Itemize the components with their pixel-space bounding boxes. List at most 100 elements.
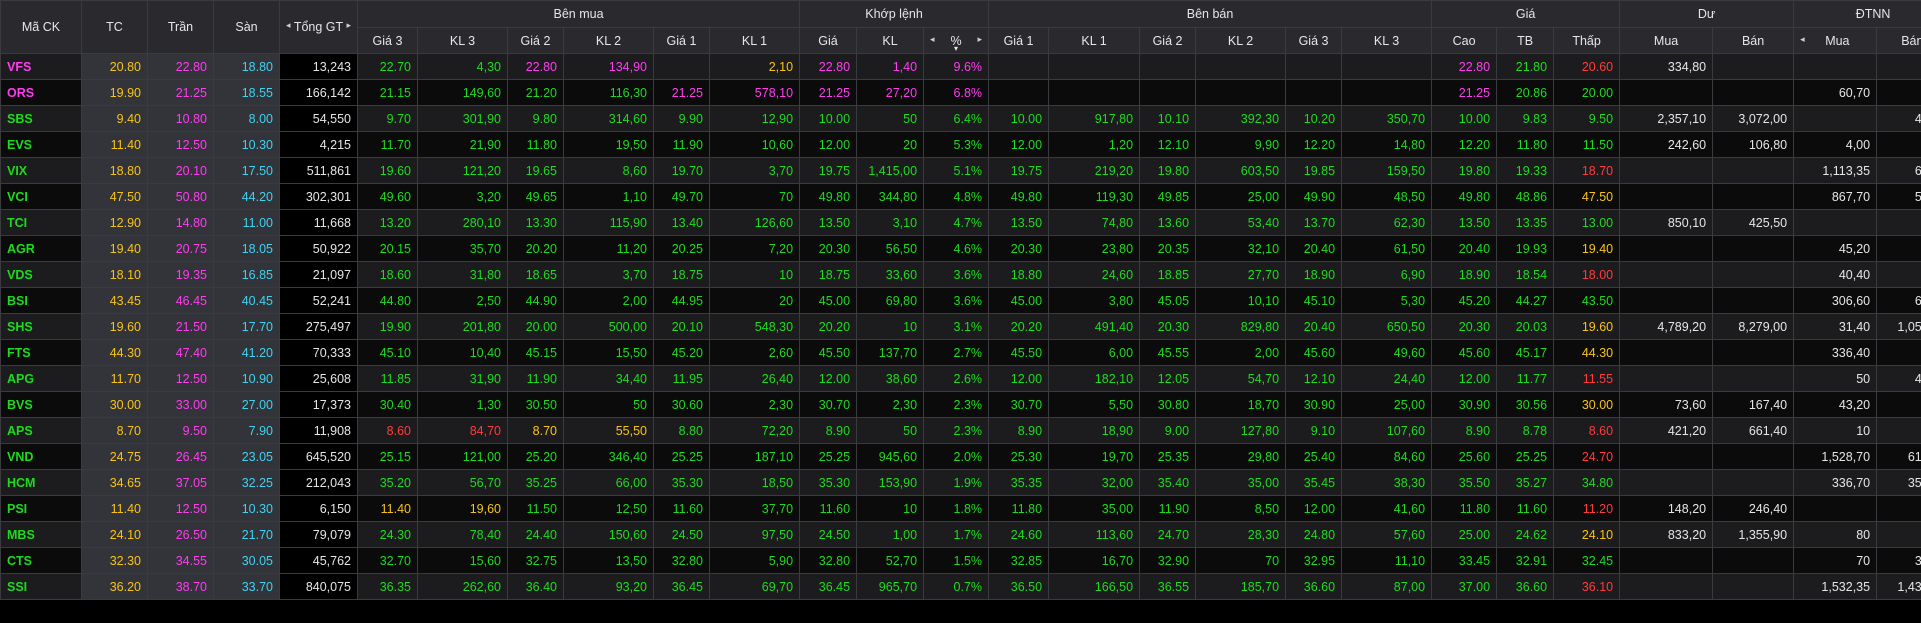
header-total[interactable]: ◂ Tổng GT ▸ xyxy=(279,0,358,54)
cell-symbol[interactable]: BVS xyxy=(0,391,82,418)
table-row[interactable]: APG 11.70 12.50 10.90 25,608 11.85 31,90 11.90 3… xyxy=(0,365,1921,392)
cell-total: 54,550 xyxy=(279,105,358,132)
cell-symbol[interactable]: VND xyxy=(0,443,82,470)
cell-oddlot-buy xyxy=(1619,261,1714,288)
cell-symbol[interactable]: TCI xyxy=(0,209,82,236)
cell-sell-vol3: 24,40 xyxy=(1341,365,1433,392)
header-buy-price3[interactable]: Giá 3 xyxy=(357,27,418,54)
table-row[interactable]: EVS 11.40 12.50 10.30 4,215 11.70 21,90 11.80 19… xyxy=(0,131,1921,158)
left-arrow-icon[interactable]: ◂ xyxy=(1800,34,1805,45)
cell-sell-price2: 25.35 xyxy=(1139,443,1197,470)
table-row[interactable]: PSI 11.40 12.50 10.30 6,150 11.40 19,60 11.50 12… xyxy=(0,495,1921,522)
cell-ceil: 33.00 xyxy=(147,391,214,418)
table-row[interactable]: SBS 9.40 10.80 8.00 54,550 9.70 301,90 9.80 314,… xyxy=(0,105,1921,132)
cell-symbol[interactable]: APG xyxy=(0,365,82,392)
header-ceil[interactable]: Trần xyxy=(147,0,214,54)
cell-buy-price3: 22.70 xyxy=(357,53,418,80)
cell-symbol[interactable]: VFS xyxy=(0,53,82,80)
table-row[interactable]: VFS 20.80 22.80 18.80 13,243 22.70 4,30 22.80 13… xyxy=(0,53,1921,80)
header-sell-vol1[interactable]: KL 1 xyxy=(1048,27,1141,54)
header-buy-vol2[interactable]: KL 2 xyxy=(563,27,654,54)
cell-symbol[interactable]: ORS xyxy=(0,79,82,106)
table-row[interactable]: HCM 34.65 37.05 32.25 212,043 35.20 56,70 35.25… xyxy=(0,469,1921,496)
cell-symbol[interactable]: APS xyxy=(0,417,82,444)
header-foreign-sell[interactable]: Bán ▸ xyxy=(1876,27,1921,54)
header-buy-vol1[interactable]: KL 1 xyxy=(708,27,801,54)
cell-symbol[interactable]: PSI xyxy=(0,495,82,522)
cell-oddlot-buy: 833,20 xyxy=(1619,521,1714,548)
header-sell-price2[interactable]: Giá 2 xyxy=(1139,27,1197,54)
table-row[interactable]: AGR 19.40 20.75 18.05 50,922 20.15 35,70 20.20 1… xyxy=(0,235,1921,262)
table-row[interactable]: VIX 18.80 20.10 17.50 511,861 19.60 121,20 19.6… xyxy=(0,157,1921,184)
cell-foreign-sell xyxy=(1876,261,1921,288)
cell-sell-price2: 12.10 xyxy=(1139,131,1197,158)
header-sell-vol3[interactable]: KL 3 xyxy=(1341,27,1433,54)
header-floor[interactable]: Sàn xyxy=(213,0,280,54)
cell-sell-price1: 8.90 xyxy=(988,417,1050,444)
header-ref[interactable]: TC xyxy=(81,0,148,54)
header-avg[interactable]: TB xyxy=(1496,27,1555,54)
table-row[interactable]: MBS 24.10 26.50 21.70 79,079 24.30 78,40 24.40 1… xyxy=(0,521,1921,548)
table-row[interactable]: VDS 18.10 19.35 16.85 21,097 18.60 31,80 18.65 3… xyxy=(0,261,1921,288)
cell-buy-price3: 11.85 xyxy=(357,365,418,392)
header-sell-price1[interactable]: Giá 1 xyxy=(988,27,1050,54)
header-low[interactable]: Thấp xyxy=(1553,27,1621,54)
table-row[interactable]: SSI 36.20 38.70 33.70 840,075 36.35 262,60 36.4… xyxy=(0,573,1921,600)
table-row[interactable]: BSI 43.45 46.45 40.45 52,241 44.80 2,50 44.90 2,… xyxy=(0,287,1921,314)
cell-buy-vol3: 19,60 xyxy=(417,495,508,522)
cell-low: 13.00 xyxy=(1553,209,1621,236)
cell-match-price: 18.75 xyxy=(799,261,858,288)
header-symbol[interactable]: Mã CK xyxy=(0,0,82,54)
cell-symbol[interactable]: AGR xyxy=(0,235,82,262)
header-match-vol[interactable]: KL xyxy=(856,27,925,54)
sort-down-icon[interactable]: ▾ xyxy=(954,44,958,53)
cell-symbol[interactable]: SBS xyxy=(0,105,82,132)
header-match-price[interactable]: Giá xyxy=(799,27,858,54)
header-oddlot-buy[interactable]: Mua xyxy=(1619,27,1714,54)
cell-symbol[interactable]: EVS xyxy=(0,131,82,158)
cell-sell-vol3: 350,70 xyxy=(1341,105,1433,132)
right-arrow-icon[interactable]: ▸ xyxy=(346,20,351,31)
cell-symbol[interactable]: SSI xyxy=(0,573,82,600)
table-row[interactable]: VND 24.75 26.45 23.05 645,520 25.15 121,00 25.2… xyxy=(0,443,1921,470)
cell-symbol[interactable]: MBS xyxy=(0,521,82,548)
header-match-pct[interactable]: ◂ % ▸ ▾ xyxy=(923,27,990,54)
cell-symbol[interactable]: VIX xyxy=(0,157,82,184)
cell-sell-vol3: 159,50 xyxy=(1341,157,1433,184)
cell-ref: 19.60 xyxy=(81,313,148,340)
cell-symbol[interactable]: HCM xyxy=(0,469,82,496)
header-high[interactable]: Cao xyxy=(1431,27,1498,54)
header-oddlot-sell[interactable]: Bán xyxy=(1712,27,1795,54)
table-row[interactable]: BVS 30.00 33.00 27.00 17,373 30.40 1,30 30.50 50… xyxy=(0,391,1921,418)
right-arrow-icon[interactable]: ▸ xyxy=(978,34,983,45)
header-buy-price1[interactable]: Giá 1 xyxy=(653,27,710,54)
table-row[interactable]: ORS 19.90 21.25 18.55 166,142 21.15 149,60 21.2… xyxy=(0,79,1921,106)
cell-buy-price1: 8.80 xyxy=(653,417,710,444)
table-row[interactable]: APS 8.70 9.50 7.90 11,908 8.60 84,70 8.70 55,50 8… xyxy=(0,417,1921,444)
table-row[interactable]: SHS 19.60 21.50 17.70 275,497 19.90 201,80 20.0… xyxy=(0,313,1921,340)
cell-buy-vol3: 262,60 xyxy=(417,573,508,600)
cell-sell-vol3: 5,30 xyxy=(1341,287,1433,314)
header-sell-price3[interactable]: Giá 3 xyxy=(1285,27,1343,54)
cell-symbol[interactable]: SHS xyxy=(0,313,82,340)
cell-symbol[interactable]: BSI xyxy=(0,287,82,314)
cell-ref: 18.10 xyxy=(81,261,148,288)
table-row[interactable]: VCI 47.50 50.80 44.20 302,301 49.60 3,20 49.65 1… xyxy=(0,183,1921,210)
cell-sell-vol3: 650,50 xyxy=(1341,313,1433,340)
header-buy-price2[interactable]: Giá 2 xyxy=(507,27,564,54)
left-arrow-icon[interactable]: ◂ xyxy=(930,34,935,45)
cell-buy-vol3: 35,70 xyxy=(417,235,508,262)
left-arrow-icon[interactable]: ◂ xyxy=(286,20,291,31)
header-foreign-buy[interactable]: ◂ Mua xyxy=(1793,27,1878,54)
cell-symbol[interactable]: VCI xyxy=(0,183,82,210)
cell-buy-vol1: 10,60 xyxy=(708,131,801,158)
table-row[interactable]: TCI 12.90 14.80 11.00 11,668 13.20 280,10 13.30… xyxy=(0,209,1921,236)
cell-match-pct: 3.6% xyxy=(923,261,990,288)
header-sell-vol2[interactable]: KL 2 xyxy=(1195,27,1287,54)
cell-symbol[interactable]: FTS xyxy=(0,339,82,366)
table-row[interactable]: FTS 44.30 47.40 41.20 70,333 45.10 10,40 45.15 1… xyxy=(0,339,1921,366)
cell-symbol[interactable]: VDS xyxy=(0,261,82,288)
cell-symbol[interactable]: CTS xyxy=(0,547,82,574)
header-buy-vol3[interactable]: KL 3 xyxy=(417,27,508,54)
table-row[interactable]: CTS 32.30 34.55 30.05 45,762 32.70 15,60 32.75 1… xyxy=(0,547,1921,574)
